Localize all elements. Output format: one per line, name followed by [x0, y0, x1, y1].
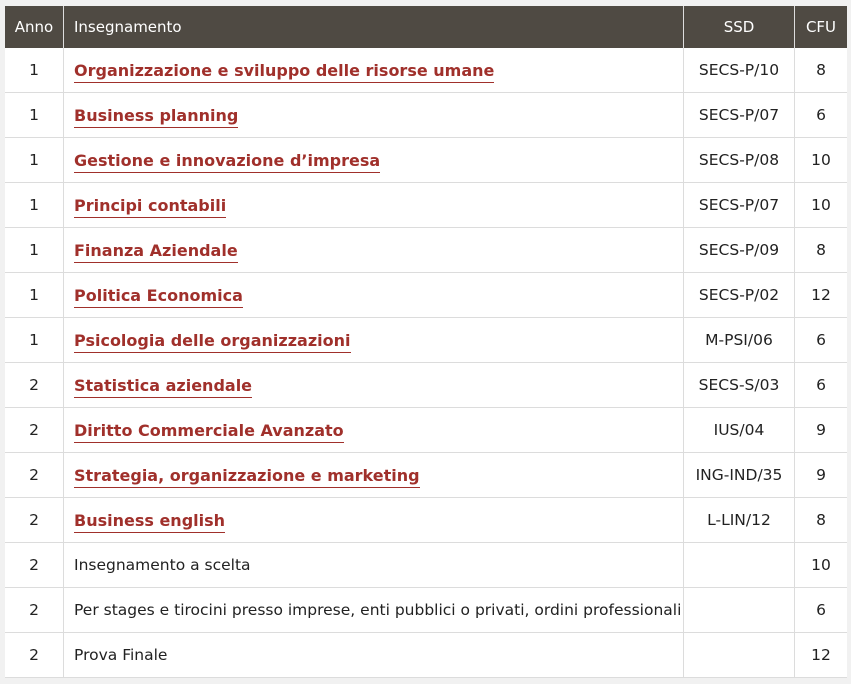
- table-row: 2 Insegnamento a scelta 10: [5, 542, 847, 588]
- table-row: 1 Psicologia delle organizzazioni M-PSI/06…: [5, 317, 847, 363]
- cell-cfu: 9: [794, 407, 847, 453]
- table-row: 1 Gestione e innovazione d’impresa SECS-P/…: [5, 137, 847, 183]
- cell-cfu: 6: [794, 362, 847, 408]
- cell-insegnamento[interactable]: Finanza Aziendale: [63, 227, 684, 273]
- cell-insegnamento[interactable]: Psicologia delle organizzazioni: [63, 317, 684, 363]
- course-link[interactable]: Finanza Aziendale: [74, 240, 238, 263]
- course-link[interactable]: Business english: [74, 510, 226, 533]
- cell-insegnamento: Per stages e tirocini presso imprese, en…: [63, 587, 684, 633]
- cell-insegnamento[interactable]: Politica Economica: [63, 272, 684, 318]
- header-insegnamento: Insegnamento: [63, 6, 684, 48]
- cell-insegnamento[interactable]: Diritto Commerciale Avanzato: [63, 407, 684, 453]
- cell-insegnamento[interactable]: Principi contabili: [63, 182, 684, 228]
- cell-insegnamento[interactable]: Business english: [63, 497, 684, 543]
- cell-ssd: SECS-S/03: [683, 362, 795, 408]
- cell-ssd: IUS/04: [683, 407, 795, 453]
- cell-cfu: 8: [794, 497, 847, 543]
- course-link[interactable]: Diritto Commerciale Avanzato: [74, 420, 344, 443]
- cell-ssd: SECS-P/08: [683, 137, 795, 183]
- cell-anno: 1: [5, 48, 64, 93]
- courses-table: Anno Insegnamento SSD CFU 1 Organizzazion…: [5, 6, 847, 678]
- table-row: 1 Finanza Aziendale SECS-P/09 8: [5, 227, 847, 273]
- course-link[interactable]: Organizzazione e sviluppo delle risorse …: [74, 60, 495, 83]
- cell-ssd: SECS-P/10: [683, 48, 795, 93]
- cell-anno: 2: [5, 632, 64, 678]
- cell-cfu: 12: [794, 272, 847, 318]
- header-cfu: CFU: [794, 6, 847, 48]
- cell-anno: 2: [5, 362, 64, 408]
- cell-insegnamento[interactable]: Statistica aziendale: [63, 362, 684, 408]
- cell-anno: 2: [5, 587, 64, 633]
- course-link[interactable]: Business planning: [74, 105, 239, 128]
- cell-ssd: L-LIN/12: [683, 497, 795, 543]
- table-row: 1 Principi contabili SECS-P/07 10: [5, 182, 847, 228]
- cell-anno: 1: [5, 227, 64, 273]
- course-link[interactable]: Politica Economica: [74, 285, 243, 308]
- cell-insegnamento[interactable]: Strategia, organizzazione e marketing: [63, 452, 684, 498]
- cell-ssd: SECS-P/02: [683, 272, 795, 318]
- table-row: 2 Strategia, organizzazione e marketing IN…: [5, 452, 847, 498]
- header-anno: Anno: [5, 6, 64, 48]
- cell-anno: 2: [5, 542, 64, 588]
- cell-anno: 1: [5, 137, 64, 183]
- cell-anno: 1: [5, 182, 64, 228]
- table-row: 2 Per stages e tirocini presso imprese, e…: [5, 587, 847, 633]
- cell-ssd: [683, 542, 795, 588]
- course-link[interactable]: Strategia, organizzazione e marketing: [74, 465, 420, 488]
- course-link[interactable]: Psicologia delle organizzazioni: [74, 330, 351, 353]
- cell-ssd: M-PSI/06: [683, 317, 795, 363]
- cell-insegnamento: Prova Finale: [63, 632, 684, 678]
- cell-cfu: 8: [794, 227, 847, 273]
- cell-ssd: SECS-P/07: [683, 92, 795, 138]
- table-row: 2 Business english L-LIN/12 8: [5, 497, 847, 543]
- cell-cfu: 12: [794, 632, 847, 678]
- table-row: 1 Business planning SECS-P/07 6: [5, 92, 847, 138]
- cell-cfu: 10: [794, 182, 847, 228]
- course-link[interactable]: Statistica aziendale: [74, 375, 253, 398]
- table-row: 2 Prova Finale 12: [5, 632, 847, 678]
- course-link[interactable]: Gestione e innovazione d’impresa: [74, 150, 381, 173]
- cell-ssd: SECS-P/07: [683, 182, 795, 228]
- cell-ssd: SECS-P/09: [683, 227, 795, 273]
- cell-anno: 1: [5, 272, 64, 318]
- cell-ssd: [683, 632, 795, 678]
- cell-ssd: [683, 587, 795, 633]
- cell-insegnamento: Insegnamento a scelta: [63, 542, 684, 588]
- cell-cfu: 10: [794, 542, 847, 588]
- cell-cfu: 9: [794, 452, 847, 498]
- cell-insegnamento[interactable]: Business planning: [63, 92, 684, 138]
- table-row: 2 Statistica aziendale SECS-S/03 6: [5, 362, 847, 408]
- cell-cfu: 10: [794, 137, 847, 183]
- cell-anno: 1: [5, 317, 64, 363]
- table-row: 1 Politica Economica SECS-P/02 12: [5, 272, 847, 318]
- cell-cfu: 6: [794, 587, 847, 633]
- table-row: 1 Organizzazione e sviluppo delle risorse…: [5, 48, 847, 93]
- cell-cfu: 6: [794, 317, 847, 363]
- cell-anno: 2: [5, 407, 64, 453]
- table-row: 2 Diritto Commerciale Avanzato IUS/04 9: [5, 407, 847, 453]
- cell-insegnamento[interactable]: Organizzazione e sviluppo delle risorse …: [63, 48, 684, 93]
- cell-ssd: ING-IND/35: [683, 452, 795, 498]
- cell-anno: 1: [5, 92, 64, 138]
- cell-anno: 2: [5, 452, 64, 498]
- course-link[interactable]: Principi contabili: [74, 195, 227, 218]
- cell-anno: 2: [5, 497, 64, 543]
- cell-cfu: 6: [794, 92, 847, 138]
- cell-insegnamento[interactable]: Gestione e innovazione d’impresa: [63, 137, 684, 183]
- header-ssd: SSD: [683, 6, 795, 48]
- table-body: 1 Organizzazione e sviluppo delle risorse…: [5, 48, 847, 678]
- cell-cfu: 8: [794, 48, 847, 93]
- table-header-row: Anno Insegnamento SSD CFU: [5, 6, 847, 48]
